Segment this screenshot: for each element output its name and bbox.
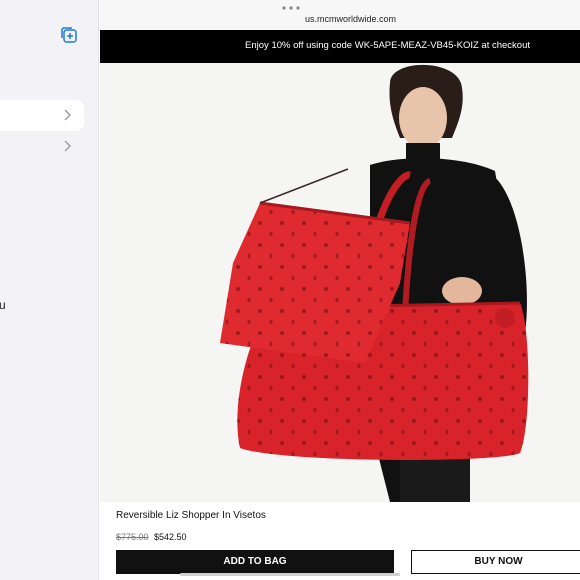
model-with-bag-illustration xyxy=(100,63,580,502)
product-image[interactable] xyxy=(100,63,580,502)
sidebar-truncated-label: u xyxy=(0,298,6,312)
tab-sidebar: u xyxy=(0,0,99,580)
promo-banner: Enjoy 10% off using code WK-5APE-MEAZ-VB… xyxy=(100,30,580,63)
product-title: Reversible Liz Shopper In Visetos xyxy=(116,510,266,521)
sidebar-item-selected[interactable] xyxy=(0,100,84,131)
sale-price: $542.50 xyxy=(154,532,187,542)
chevron-right-icon xyxy=(64,109,71,121)
more-dots-icon[interactable] xyxy=(280,2,302,12)
home-indicator xyxy=(180,573,400,576)
sidebar-item[interactable] xyxy=(0,131,84,162)
url-address[interactable]: us.mcmworldwide.com xyxy=(100,14,580,24)
buy-now-button[interactable]: BUY NOW xyxy=(411,550,580,574)
new-tab-icon xyxy=(61,27,77,43)
add-to-bag-button[interactable]: ADD TO BAG xyxy=(116,550,394,574)
promo-text: Enjoy 10% off using code WK-5APE-MEAZ-VB… xyxy=(245,40,530,51)
original-price: $775.00 xyxy=(116,532,149,542)
new-tab-button[interactable] xyxy=(59,25,79,45)
browser-top-bar: us.mcmworldwide.com xyxy=(100,0,580,30)
chevron-right-icon xyxy=(64,140,71,152)
